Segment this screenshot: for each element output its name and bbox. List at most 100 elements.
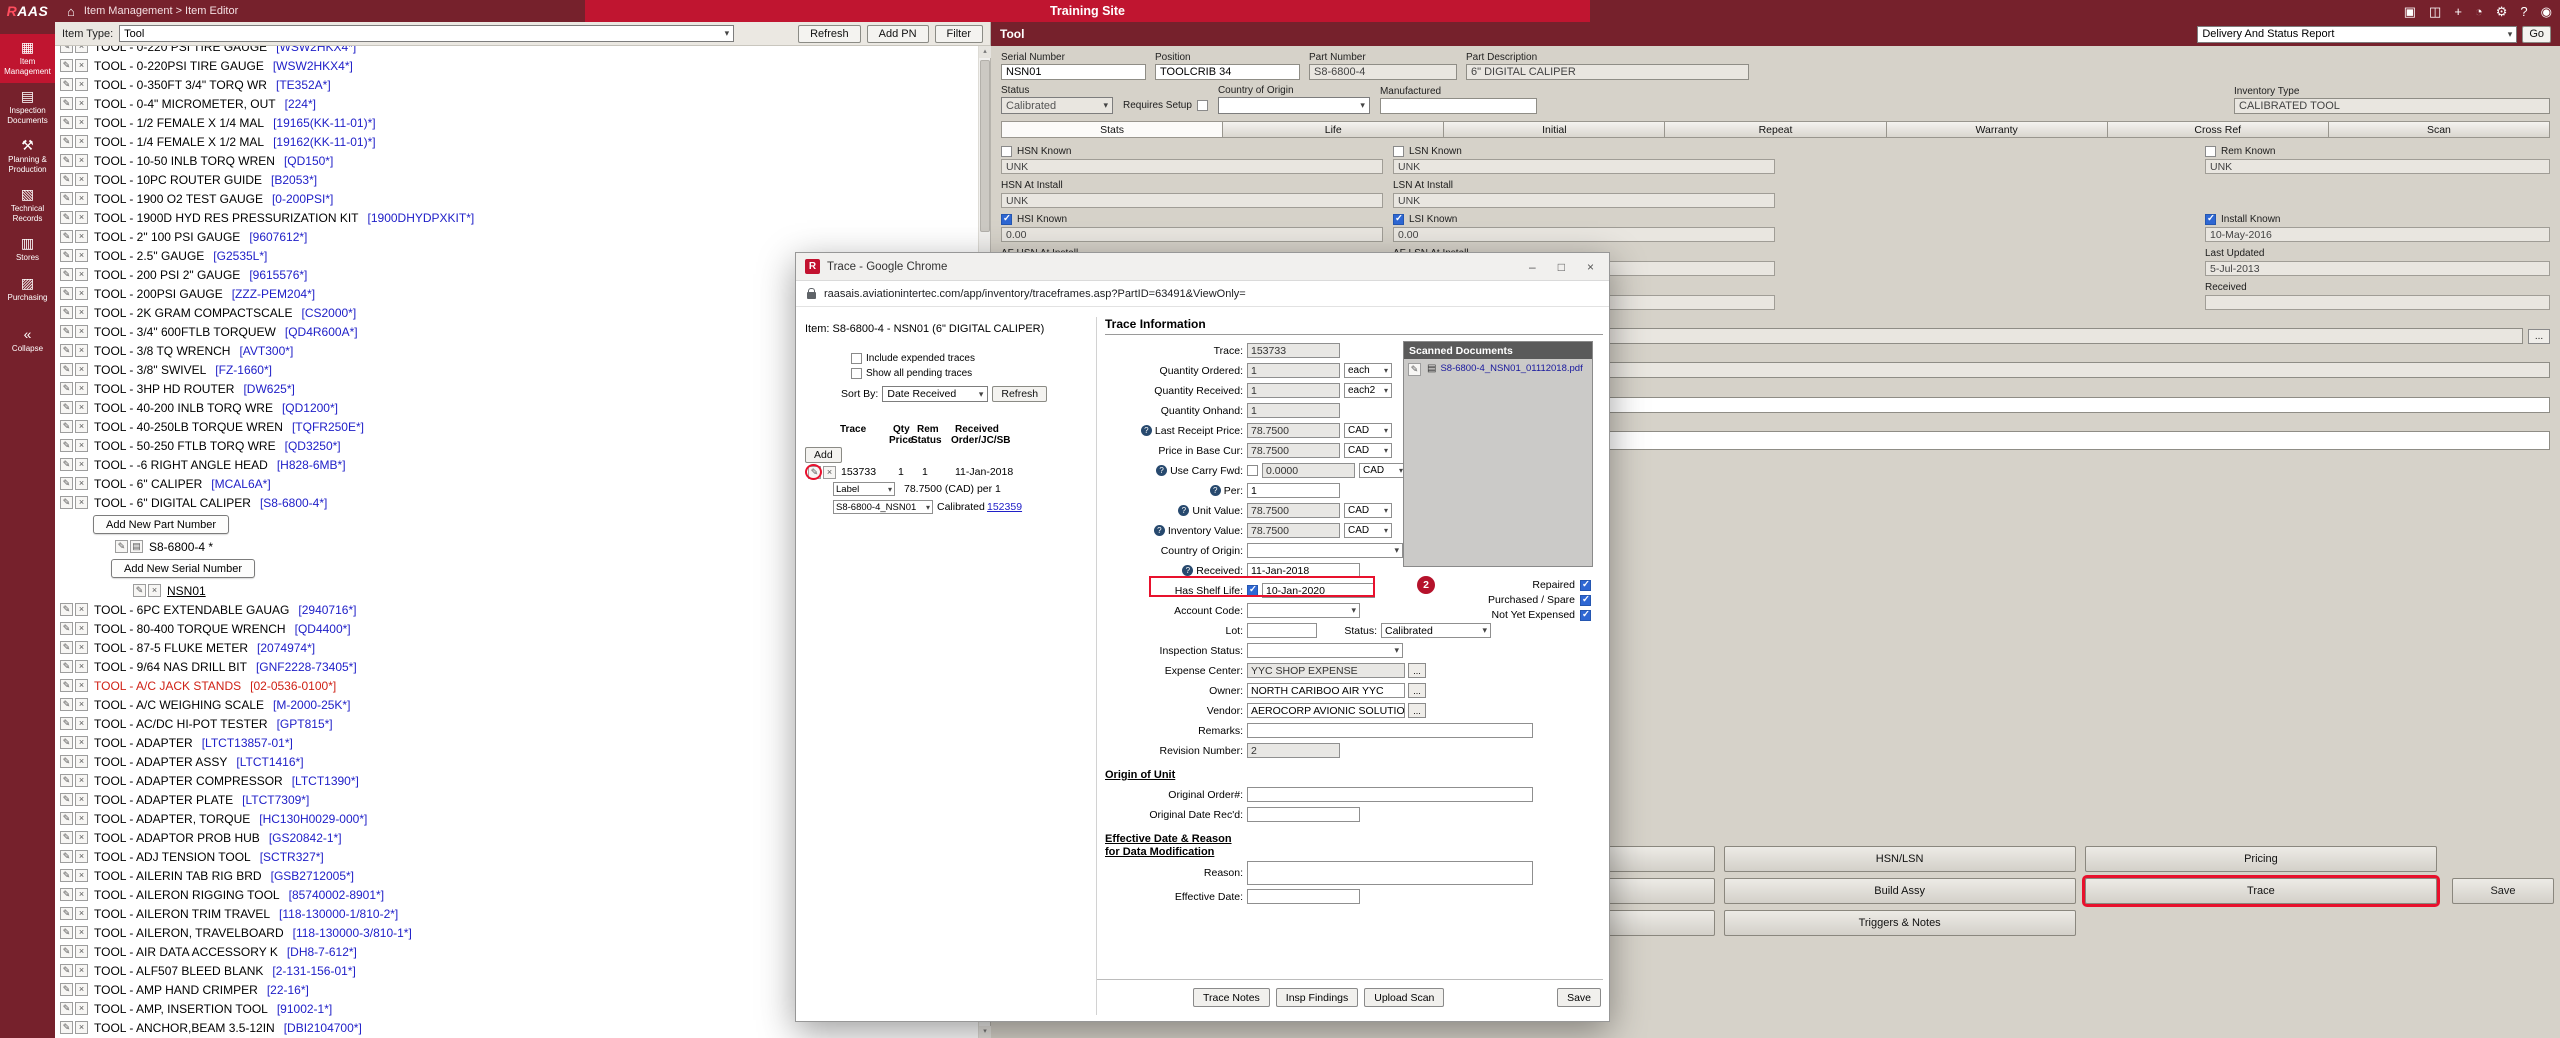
address-bar[interactable]: raasais.aviationintertec.com/app/invento… xyxy=(796,281,1609,307)
unit-select[interactable]: CAD xyxy=(1344,503,1392,518)
stat-checkbox[interactable] xyxy=(2205,214,2216,225)
part-number-link[interactable]: [FZ-1660*] xyxy=(215,363,272,377)
part-number-link[interactable]: [QD3250*] xyxy=(285,439,341,453)
installation-lookup-button[interactable] xyxy=(2528,329,2550,344)
part-number-link[interactable]: [02-0536-0100*] xyxy=(250,679,336,693)
delete-icon[interactable] xyxy=(75,78,88,91)
manufactured-field[interactable] xyxy=(1380,98,1537,114)
trace-status-select[interactable]: Calibrated xyxy=(1381,623,1491,638)
lookup-button[interactable] xyxy=(1408,663,1426,678)
sidebar-item-technical-records[interactable]: ▧ Technical Records xyxy=(0,181,55,230)
delete-icon[interactable] xyxy=(75,717,88,730)
field-checkbox[interactable] xyxy=(1247,585,1258,596)
help-icon[interactable] xyxy=(1156,465,1167,476)
edit-icon[interactable] xyxy=(115,540,128,553)
field-checkbox[interactable] xyxy=(1247,465,1258,476)
delete-icon[interactable] xyxy=(75,192,88,205)
edit-icon[interactable] xyxy=(60,287,73,300)
flag-checkbox[interactable] xyxy=(1580,580,1591,591)
part-number-link[interactable]: [QD1200*] xyxy=(282,401,338,415)
list-item[interactable]: TOOL - 1/2 FEMALE X 1/4 MAL [19165(KK-11… xyxy=(55,113,978,132)
edit-icon[interactable] xyxy=(60,793,73,806)
list-item[interactable]: TOOL - 0-220 PSI TIRE GAUGE [WSW2HKX4*] xyxy=(55,46,978,56)
part-number-link[interactable]: [CS2000*] xyxy=(301,306,356,320)
part-icon[interactable] xyxy=(130,540,143,553)
edit-icon[interactable] xyxy=(60,97,73,110)
edit-icon[interactable] xyxy=(60,135,73,148)
lot-input[interactable] xyxy=(1247,623,1317,638)
part-number-link[interactable]: [0-200PSI*] xyxy=(272,192,333,206)
part-number-link[interactable]: [LTCT13857-01*] xyxy=(202,736,293,750)
delete-icon[interactable] xyxy=(75,211,88,224)
part-number-link[interactable]: [SCTR327*] xyxy=(260,850,324,864)
triggers-notes-button[interactable]: Triggers & Notes xyxy=(1724,910,2076,936)
tab-stats[interactable]: Stats xyxy=(1002,122,1223,137)
part-number-link[interactable]: [ZZZ-PEM204*] xyxy=(232,287,315,301)
show-pending-checkbox[interactable] xyxy=(851,368,862,379)
filter-button[interactable]: Filter xyxy=(935,25,983,43)
remote-desktop-icon[interactable]: ▣ xyxy=(2404,5,2416,18)
list-item[interactable]: TOOL - 2" 100 PSI GAUGE [9607612*] xyxy=(55,227,978,246)
tab-warranty[interactable]: Warranty xyxy=(1887,122,2108,137)
insp-findings-button[interactable]: Insp Findings xyxy=(1276,988,1358,1007)
unit-select[interactable]: each2 xyxy=(1344,383,1392,398)
delete-icon[interactable] xyxy=(75,477,88,490)
breadcrumb[interactable]: Item Management > Item Editor xyxy=(84,5,238,17)
unit-select[interactable]: CAD xyxy=(1344,523,1392,538)
delete-icon[interactable] xyxy=(75,325,88,338)
list-item[interactable]: TOOL - 0-350FT 3/4" TORQ WR [TE352A*] xyxy=(55,75,978,94)
tab-life[interactable]: Life xyxy=(1223,122,1444,137)
save-button[interactable]: Save xyxy=(1557,988,1601,1007)
delete-icon[interactable] xyxy=(75,774,88,787)
edit-icon[interactable] xyxy=(60,78,73,91)
sort-by-select[interactable]: Date Received xyxy=(882,386,988,402)
edit-icon[interactable] xyxy=(60,926,73,939)
delete-icon[interactable] xyxy=(75,154,88,167)
edit-icon[interactable] xyxy=(60,344,73,357)
part-number-link[interactable]: [TQFR250E*] xyxy=(292,420,364,434)
delete-icon[interactable] xyxy=(75,888,88,901)
help-icon[interactable] xyxy=(1182,565,1193,576)
edit-icon[interactable] xyxy=(60,59,73,72)
part-number-link[interactable]: [19162(KK-11-01)*] xyxy=(273,135,376,149)
delete-icon[interactable] xyxy=(75,831,88,844)
build-assy-button[interactable]: Build Assy xyxy=(1724,878,2076,904)
stat-checkbox[interactable] xyxy=(1001,146,1012,157)
edit-icon[interactable] xyxy=(60,173,73,186)
list-item[interactable]: TOOL - 1900D HYD RES PRESSURIZATION KIT … xyxy=(55,208,978,227)
delete-icon[interactable] xyxy=(75,869,88,882)
delete-icon[interactable] xyxy=(75,793,88,806)
delete-icon[interactable] xyxy=(75,622,88,635)
field-input[interactable]: 78.7500 xyxy=(1247,523,1340,538)
delete-icon[interactable] xyxy=(75,964,88,977)
edit-icon[interactable] xyxy=(808,466,821,479)
delete-icon[interactable] xyxy=(75,420,88,433)
part-number-link[interactable]: [GNF2228-73405*] xyxy=(256,660,357,674)
edit-icon[interactable] xyxy=(60,325,73,338)
sidebar-item-stores[interactable]: ▥ Stores xyxy=(0,230,55,270)
edit-icon[interactable] xyxy=(60,774,73,787)
edit-icon[interactable] xyxy=(60,983,73,996)
part-number-link[interactable]: [QD150*] xyxy=(284,154,333,168)
part-number-link[interactable]: [WSW2HKX4*] xyxy=(273,59,353,73)
edit-icon[interactable] xyxy=(60,831,73,844)
part-number-link[interactable]: [GS20842-1*] xyxy=(269,831,342,845)
edit-icon[interactable] xyxy=(60,698,73,711)
part-number-link[interactable]: [WSW2HKX4*] xyxy=(276,46,356,54)
delete-icon[interactable] xyxy=(75,736,88,749)
trace-refresh-button[interactable]: Refresh xyxy=(992,386,1047,402)
part-number-link[interactable]: [9607612*] xyxy=(249,230,307,244)
part-number-link[interactable]: [HC130H0029-000*] xyxy=(259,812,367,826)
flag-checkbox[interactable] xyxy=(1580,610,1591,621)
part-number-link[interactable]: [DW625*] xyxy=(243,382,294,396)
part-number-link[interactable]: [H828-6MB*] xyxy=(277,458,346,472)
help-icon[interactable] xyxy=(1210,485,1221,496)
effective-date-input[interactable] xyxy=(1247,889,1360,904)
flag-checkbox[interactable] xyxy=(1580,595,1591,606)
item-type-select[interactable]: Tool xyxy=(119,25,734,42)
label-select[interactable]: Label xyxy=(833,482,895,496)
edit-icon[interactable] xyxy=(60,641,73,654)
part-number-link[interactable]: [85740002-8901*] xyxy=(289,888,384,902)
edit-icon[interactable] xyxy=(60,496,73,509)
part-number-link[interactable]: [224*] xyxy=(285,97,316,111)
